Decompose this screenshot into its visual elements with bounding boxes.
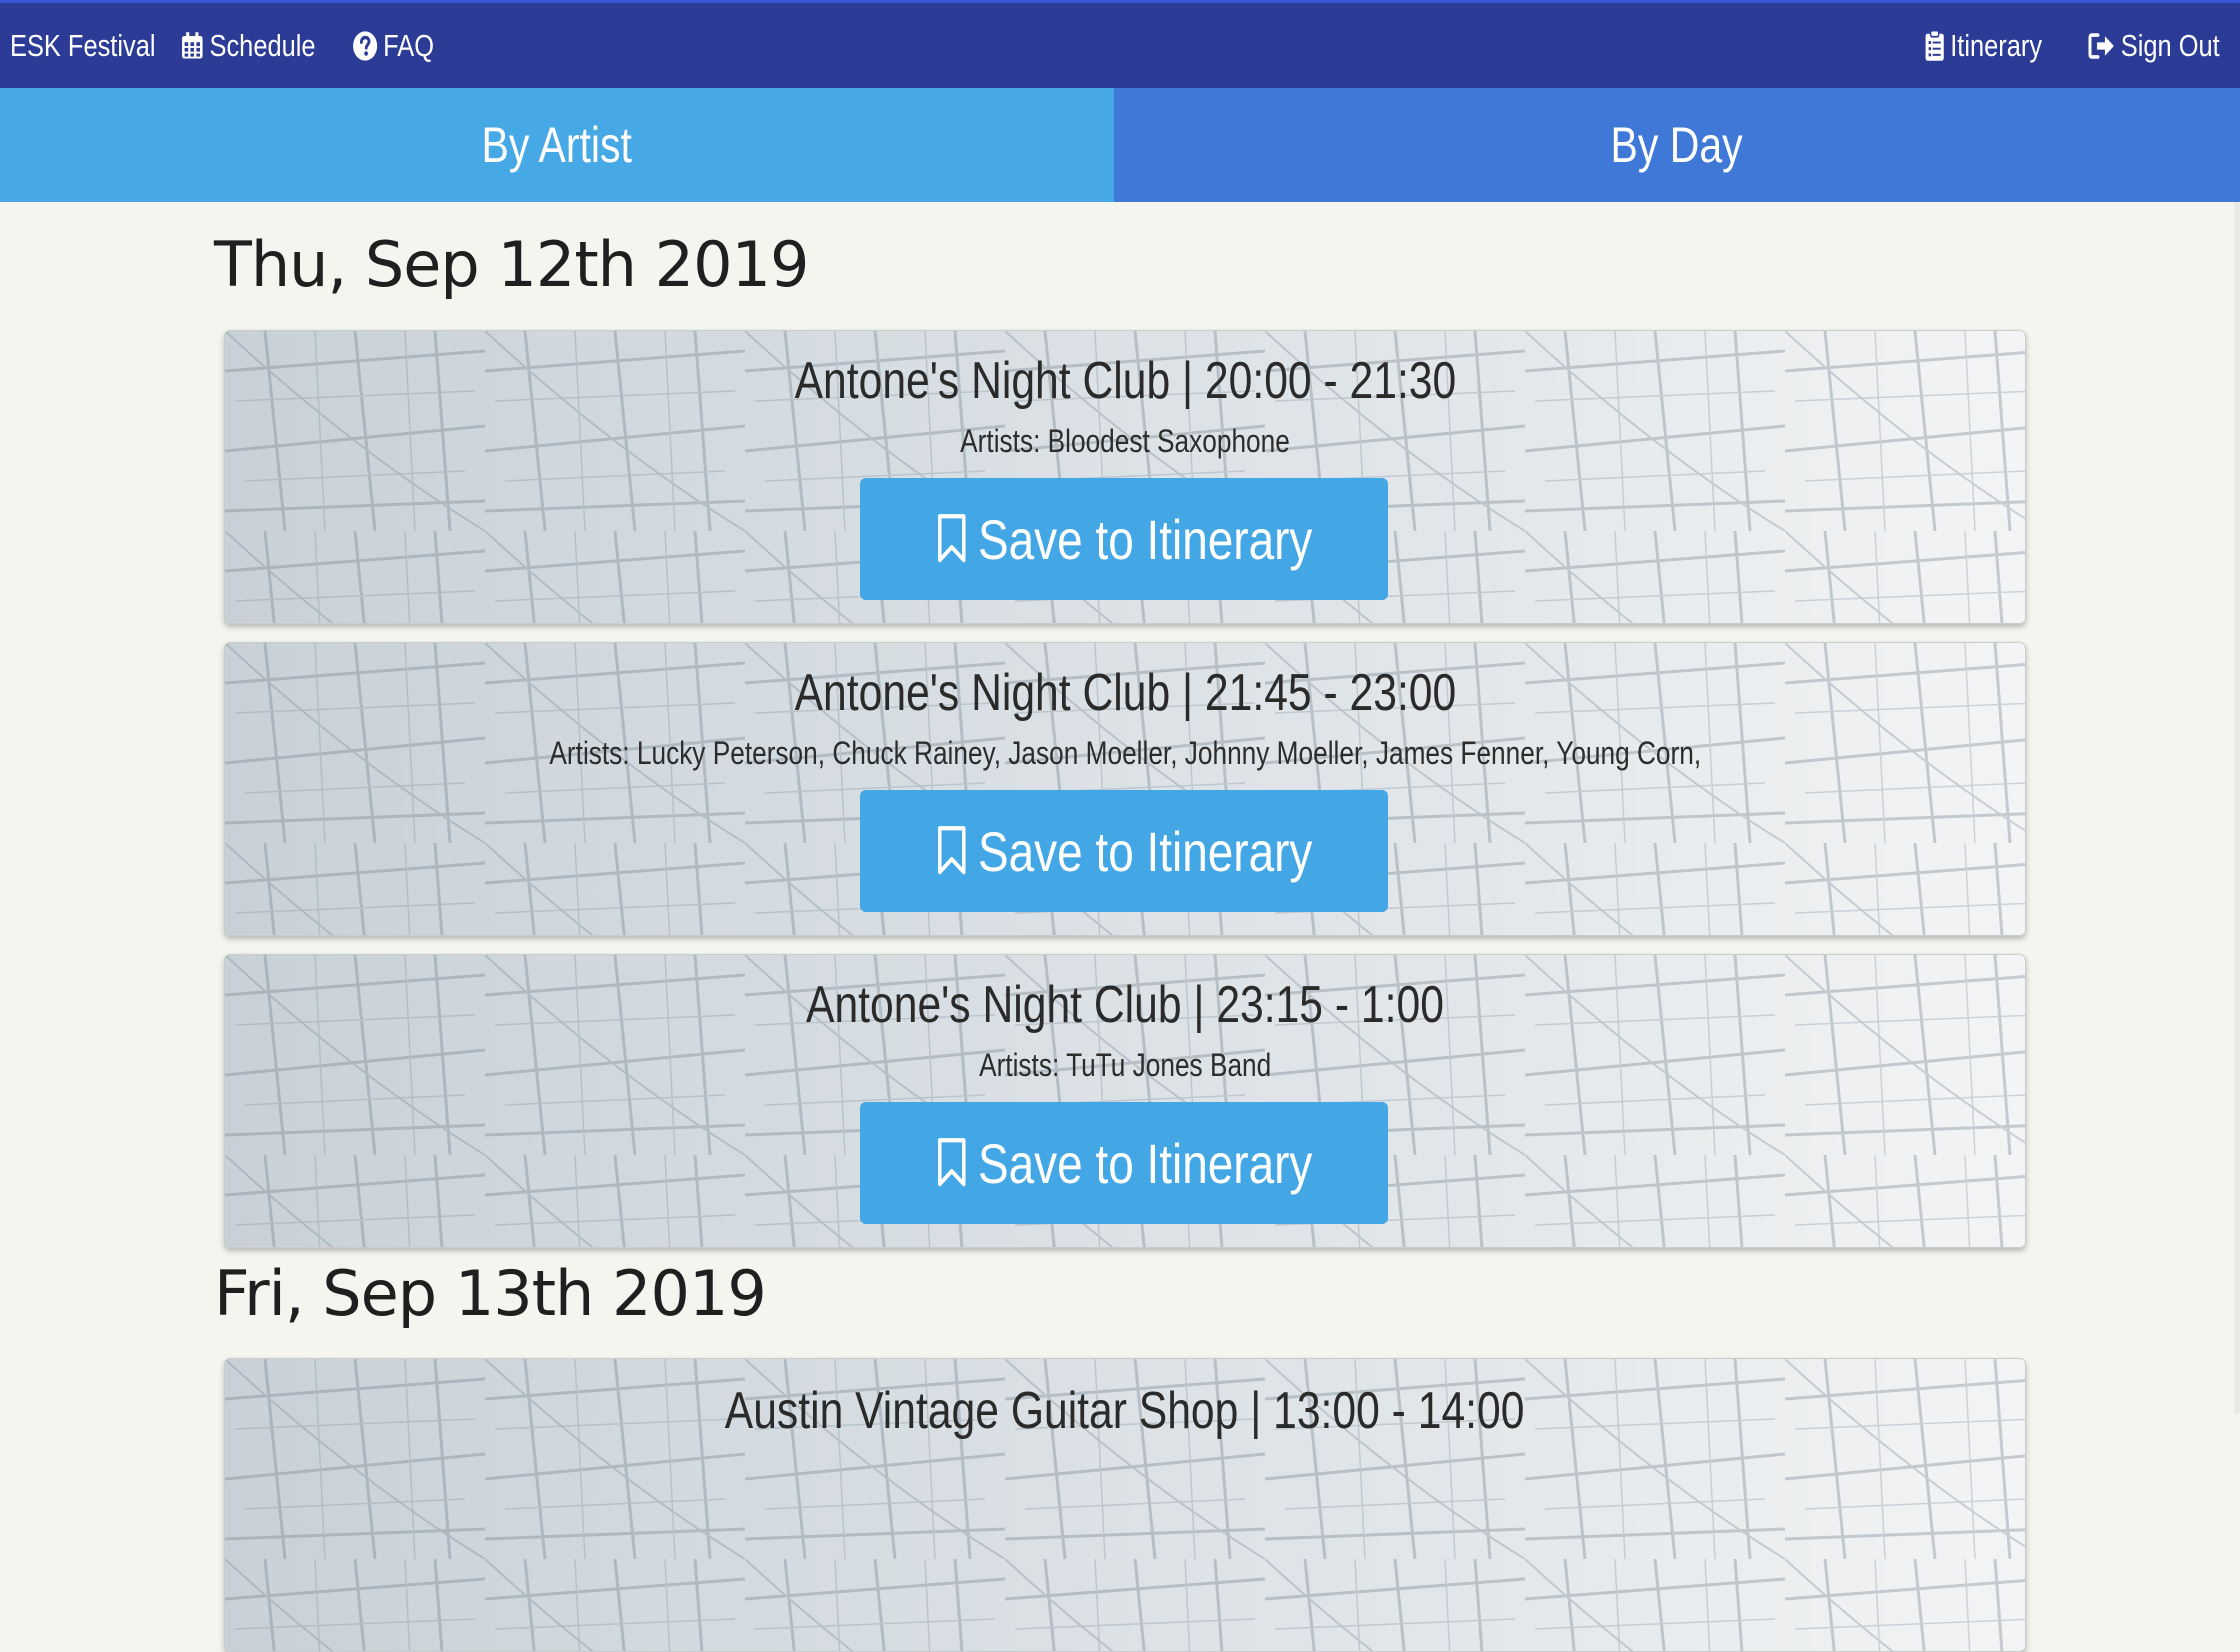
brand-link[interactable]: ESK Festival [10, 3, 156, 88]
tab-by-artist-label: By Artist [481, 117, 633, 173]
nav-schedule-label: Schedule [209, 27, 316, 63]
save-button-label: Save to Itinerary [978, 1131, 1313, 1195]
event-title: Antone's Night Club | 23:15 - 1:00 [806, 976, 1444, 1034]
save-button-label: Save to Itinerary [978, 507, 1313, 571]
event-title: Antone's Night Club | 21:45 - 23:00 [794, 664, 1456, 722]
save-button-label: Save to Itinerary [978, 819, 1313, 883]
event-artists: Artists: TuTu Jones Band [978, 1047, 1272, 1083]
tab-by-day[interactable]: By Day [1114, 88, 2240, 202]
scrollbar-gutter[interactable] [2234, 202, 2240, 1414]
event-title: Antone's Night Club | 20:00 - 21:30 [794, 352, 1456, 410]
event-title: Austin Vintage Guitar Shop | 13:00 - 14:… [725, 1382, 1525, 1440]
save-to-itinerary-button[interactable]: Save to Itinerary [860, 790, 1388, 912]
event-artists: Artists: Lucky Peterson, Chuck Rainey, J… [549, 735, 1701, 771]
question-circle-icon [353, 30, 378, 61]
nav-faq-link[interactable]: FAQ [352, 3, 434, 88]
bookmark-icon [936, 825, 969, 877]
sign-out-icon [2088, 32, 2114, 59]
nav-schedule-link[interactable]: Schedule [180, 3, 316, 88]
brand-label: ESK Festival [10, 27, 156, 63]
day-header: Thu, Sep 12th 2019 [214, 228, 809, 301]
tab-by-day-label: By Day [1610, 117, 1744, 173]
event-card: Austin Vintage Guitar Shop | 13:00 - 14:… [224, 1358, 2026, 1652]
tab-by-artist[interactable]: By Artist [0, 88, 1114, 202]
nav-signout-label: Sign Out [2120, 27, 2220, 63]
event-card: Antone's Night Club | 23:15 - 1:00 Artis… [224, 954, 2026, 1248]
top-navbar: ESK Festival Schedule FAQ Itinerary Sign… [0, 0, 2240, 88]
view-tabs: By Artist By Day [0, 88, 2240, 202]
nav-faq-label: FAQ [383, 27, 435, 63]
save-to-itinerary-button[interactable]: Save to Itinerary [860, 478, 1388, 600]
event-card: Antone's Night Club | 21:45 - 23:00 Arti… [224, 642, 2026, 936]
save-to-itinerary-button[interactable]: Save to Itinerary [860, 1102, 1388, 1224]
event-artists: Artists: Bloodest Saxophone [960, 423, 1290, 459]
event-card: Antone's Night Club | 20:00 - 21:30 Arti… [224, 330, 2026, 624]
nav-itinerary-link[interactable]: Itinerary [1924, 3, 2042, 88]
calendar-icon [182, 31, 203, 58]
nav-itinerary-label: Itinerary [1950, 27, 2043, 63]
nav-signout-link[interactable]: Sign Out [2088, 3, 2220, 88]
clipboard-icon [1925, 29, 1944, 61]
day-header: Fri, Sep 13th 2019 [214, 1257, 767, 1330]
bookmark-icon [936, 1137, 969, 1189]
bookmark-icon [936, 513, 969, 565]
